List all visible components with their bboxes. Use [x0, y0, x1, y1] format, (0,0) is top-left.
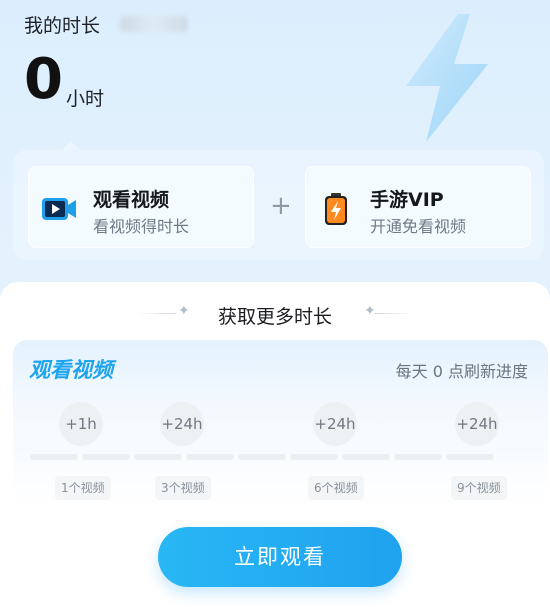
milestone-reward-4: +24h — [455, 402, 499, 446]
watch-video-card-title: 观看视频 — [93, 189, 170, 211]
header-section: 我的时长 0 小时 观看视频 看视频得时长 + 手游VIP 开通免看视频 — [0, 0, 550, 280]
milestone-videos-1: 1个视频 — [55, 476, 111, 500]
my-time-label: 我的时长 — [24, 15, 101, 37]
lightning-bolt-icon — [370, 8, 520, 148]
hours-unit: 小时 — [66, 88, 105, 110]
sparkle-icon-right: ✦ — [364, 303, 376, 319]
more-time-title: 获取更多时长 — [217, 306, 332, 328]
progress-segment — [186, 454, 234, 460]
progress-segment — [134, 454, 182, 460]
milestone-reward-3: +24h — [313, 402, 357, 446]
progress-segment — [238, 454, 286, 460]
game-vip-card[interactable]: 手游VIP 开通免看视频 — [305, 166, 531, 248]
blurred-user-id — [120, 16, 188, 32]
watch-video-card-subtitle: 看视频得时长 — [93, 217, 190, 236]
hours-value: 0 — [24, 47, 63, 112]
video-camera-icon — [41, 193, 77, 225]
progress-segment — [290, 454, 338, 460]
battery-bolt-icon — [318, 193, 354, 225]
progress-segment — [82, 454, 130, 460]
game-vip-card-subtitle: 开通免看视频 — [370, 217, 467, 236]
panel-pointer — [62, 141, 80, 150]
watch-video-card[interactable]: 观看视频 看视频得时长 — [28, 166, 254, 248]
progress-segment — [342, 454, 390, 460]
milestone-reward-1: +1h — [59, 402, 103, 446]
milestone-videos-4: 9个视频 — [451, 476, 507, 500]
milestone-reward-2: +24h — [160, 402, 204, 446]
task-title: 观看视频 — [29, 358, 113, 382]
progress-segment — [394, 454, 442, 460]
decorative-line-right — [374, 313, 414, 314]
milestone-videos-3: 6个视频 — [308, 476, 364, 500]
game-vip-card-title: 手游VIP — [370, 189, 444, 211]
milestone-videos-2: 3个视频 — [155, 476, 211, 500]
watch-now-button[interactable]: 立即观看 — [158, 527, 402, 587]
refresh-note: 每天 0 点刷新进度 — [395, 362, 528, 381]
progress-segment — [446, 454, 494, 460]
progress-segment — [30, 454, 78, 460]
plus-icon: + — [270, 191, 292, 221]
